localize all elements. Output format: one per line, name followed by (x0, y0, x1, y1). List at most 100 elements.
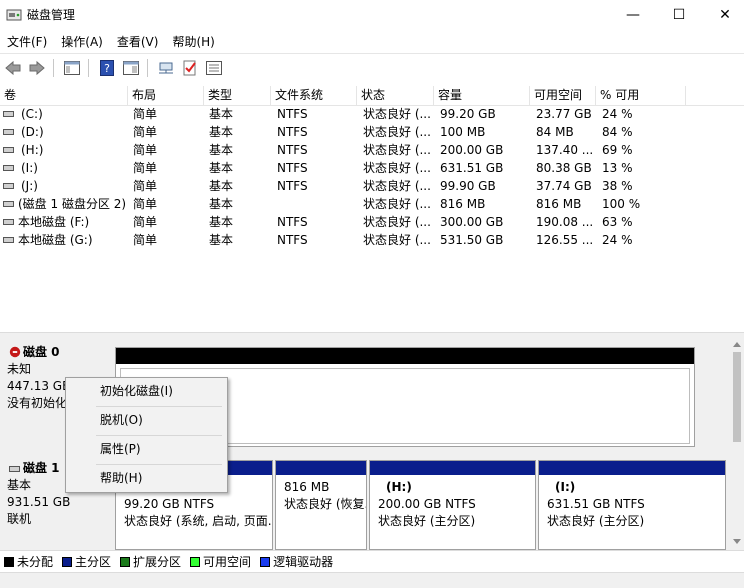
volume-status: 状态良好 (... (363, 107, 431, 121)
column-header-layout[interactable]: 布局 (128, 86, 204, 106)
volume-name: (I:) (21, 161, 38, 175)
back-button[interactable] (2, 57, 24, 79)
scroll-up-icon[interactable] (733, 342, 741, 347)
volume-capacity: 200.00 GB (440, 143, 504, 157)
minimize-button[interactable]: — (610, 0, 656, 30)
toolbar-separator (147, 58, 148, 77)
menu-item-properties[interactable]: 属性(P) (66, 437, 227, 461)
volume-drive-icon (3, 219, 14, 225)
column-header-capacity[interactable]: 容量 (434, 86, 530, 106)
console-tree-icon (64, 60, 80, 75)
volume-row[interactable]: (I:) 简单 基本 NTFS 状态良好 (... 631.51 GB 80.3… (0, 159, 744, 177)
column-header-filesystem[interactable]: 文件系统 (271, 86, 357, 106)
disk1-partition[interactable]: (I:) 631.51 GB NTFS 状态良好 (主分区) (538, 460, 726, 550)
volume-row[interactable]: 本地磁盘 (F:) 简单 基本 NTFS 状态良好 (... 300.00 GB… (0, 213, 744, 231)
menu-file[interactable]: 文件(F) (0, 33, 54, 50)
legend-swatch-primary (62, 556, 73, 567)
legend-swatch-extended (120, 556, 131, 567)
disk-context-menu: 初始化磁盘(I) 脱机(O) 属性(P) 帮助(H) (65, 377, 228, 493)
volume-status: 状态良好 (... (363, 125, 431, 139)
volume-row[interactable]: (J:) 简单 基本 NTFS 状态良好 (... 99.90 GB 37.74… (0, 177, 744, 195)
volume-capacity: 300.00 GB (440, 215, 504, 229)
legend: 未分配 主分区 扩展分区 可用空间 逻辑驱动器 (0, 550, 744, 572)
volume-filesystem: NTFS (277, 215, 308, 229)
check-button[interactable] (179, 57, 201, 79)
scroll-down-icon[interactable] (733, 539, 741, 544)
volume-row[interactable]: 本地磁盘 (G:) 简单 基本 NTFS 状态良好 (... 531.50 GB… (0, 231, 744, 249)
volume-free-space: 126.55 ... (536, 233, 594, 247)
column-header-status[interactable]: 状态 (357, 86, 434, 106)
volume-type: 基本 (209, 179, 234, 193)
partition-status: 状态良好 (恢复... (284, 497, 366, 511)
close-button[interactable]: ✕ (702, 0, 744, 30)
volume-free-space: 137.40 ... (536, 143, 594, 157)
help-button[interactable]: ? (96, 57, 118, 79)
console-tree-button[interactable] (61, 57, 83, 79)
menu-help[interactable]: 帮助(H) (165, 33, 221, 50)
settings-list-button[interactable] (203, 57, 225, 79)
toolbar-separator (88, 58, 89, 77)
volume-status: 状态良好 (... (363, 233, 431, 247)
back-icon (5, 60, 21, 75)
volume-percent-free: 38 % (602, 179, 633, 193)
menu-separator (96, 406, 222, 407)
toolbar-separator (53, 58, 54, 77)
column-header-type[interactable]: 类型 (204, 86, 271, 106)
disk0-type: 未知 (7, 362, 32, 376)
disk-management-app-icon (6, 9, 22, 21)
volume-drive-icon (3, 147, 14, 153)
scroll-thumb[interactable] (733, 352, 741, 442)
legend-swatch-unallocated (4, 556, 14, 567)
volume-free-space: 190.08 ... (536, 215, 594, 229)
settings-list-icon (206, 60, 222, 75)
volume-percent-free: 100 % (602, 197, 641, 211)
forward-icon (29, 60, 45, 75)
volume-type: 基本 (209, 125, 234, 139)
volume-capacity: 816 MB (440, 197, 486, 211)
partition-size: 99.20 GB NTFS (124, 497, 215, 511)
properties-pane-icon (123, 60, 139, 75)
legend-label: 逻辑驱动器 (273, 555, 334, 569)
menu-separator (96, 435, 222, 436)
volume-name: (J:) (21, 179, 38, 193)
disk1-partition[interactable]: (H:) 200.00 GB NTFS 状态良好 (主分区) (369, 460, 536, 550)
volume-type: 基本 (209, 197, 234, 211)
menu-action[interactable]: 操作(A) (54, 33, 110, 50)
partition-size: 816 MB (284, 480, 330, 494)
volume-row[interactable]: (磁盘 1 磁盘分区 2) 简单 基本 状态良好 (... 816 MB 816… (0, 195, 744, 213)
legend-label: 扩展分区 (133, 555, 182, 569)
menu-item-help[interactable]: 帮助(H) (66, 466, 227, 490)
legend-label: 未分配 (17, 555, 54, 569)
volume-drive-icon (3, 111, 14, 117)
volume-free-space: 84 MB (536, 125, 574, 139)
disk1-status: 联机 (7, 512, 32, 526)
properties-pane-button[interactable] (120, 57, 142, 79)
volume-layout: 简单 (133, 233, 158, 247)
menu-view[interactable]: 查看(V) (110, 33, 166, 50)
status-bar (0, 572, 744, 588)
volume-row[interactable]: (C:) 简单 基本 NTFS 状态良好 (... 99.20 GB 23.77… (0, 105, 744, 123)
volume-row[interactable]: (H:) 简单 基本 NTFS 状态良好 (... 200.00 GB 137.… (0, 141, 744, 159)
volume-drive-icon (3, 165, 14, 171)
primary-partition-bar (276, 461, 366, 475)
volume-drive-icon (3, 201, 14, 207)
column-header-volume[interactable]: 卷 (0, 86, 128, 106)
vertical-scrollbar[interactable] (730, 336, 744, 550)
column-header-percent-free[interactable]: % 可用 (596, 86, 686, 106)
forward-button[interactable] (26, 57, 48, 79)
disk1-partition[interactable]: 816 MB 状态良好 (恢复... (275, 460, 367, 550)
volume-capacity: 531.50 GB (440, 233, 504, 247)
volume-row[interactable]: (D:) 简单 基本 NTFS 状态良好 (... 100 MB 84 MB 8… (0, 123, 744, 141)
disk-management-window: 磁盘管理 — ☐ ✕ 文件(F) 操作(A) 查看(V) 帮助(H) ? 卷 布… (0, 0, 744, 588)
menu-item-offline[interactable]: 脱机(O) (66, 408, 227, 432)
disk1-size: 931.51 GB (7, 495, 71, 509)
volume-filesystem: NTFS (277, 125, 308, 139)
volume-name: 本地磁盘 (F:) (18, 215, 90, 229)
menu-item-initialize-disk[interactable]: 初始化磁盘(I) (66, 379, 227, 403)
volume-name: (磁盘 1 磁盘分区 2) (18, 197, 127, 211)
volume-name: 本地磁盘 (G:) (18, 233, 93, 247)
toolbar: ? (0, 53, 744, 81)
column-header-free-space[interactable]: 可用空间 (530, 86, 596, 106)
connect-button[interactable] (155, 57, 177, 79)
maximize-button[interactable]: ☐ (656, 0, 702, 30)
